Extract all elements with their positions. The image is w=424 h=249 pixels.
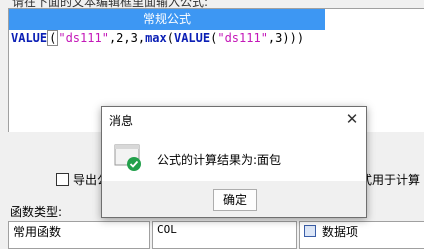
formula-calc-option: 式用于计算 bbox=[360, 171, 420, 188]
list-item[interactable]: 数据项 bbox=[300, 222, 424, 241]
formula-string: "ds111" bbox=[58, 31, 109, 45]
info-check-icon bbox=[114, 144, 141, 171]
list-item-label: 数据项 bbox=[322, 225, 359, 239]
export-checkbox[interactable] bbox=[56, 173, 69, 186]
function-type-list[interactable]: 常用函数 bbox=[8, 221, 150, 249]
formula-fn-value-inner: VALUE bbox=[173, 31, 211, 45]
formula-string-inner: "ds111" bbox=[217, 31, 268, 45]
list-item[interactable]: COL bbox=[153, 222, 296, 237]
data-item-list[interactable]: 数据项 bbox=[299, 221, 424, 249]
message-dialog: 消息 ✕ 公式的计算结果为:面包 确定 bbox=[101, 106, 367, 218]
formula-open-paren: ( bbox=[47, 30, 59, 46]
dialog-titlebar: 消息 ✕ bbox=[102, 107, 366, 131]
editor-header: 常规公式 bbox=[9, 9, 325, 30]
dialog-message: 公式的计算结果为:面包 bbox=[157, 153, 282, 167]
function-list[interactable]: COL bbox=[152, 221, 297, 249]
formula-paren: ( bbox=[166, 31, 174, 45]
dialog-footer: 确定 bbox=[102, 181, 366, 217]
formula-calc-label: 式用于计算 bbox=[360, 173, 421, 187]
formula-tail: ,3))) bbox=[267, 31, 305, 45]
close-icon[interactable]: ✕ bbox=[342, 109, 362, 129]
table-icon bbox=[304, 225, 316, 237]
dialog-body: 公式的计算结果为:面包 bbox=[102, 131, 366, 181]
formula-text[interactable]: VALUE("ds111",2,3,max(VALUE("ds111",3))) bbox=[11, 30, 305, 46]
formula-fn-value: VALUE bbox=[11, 31, 48, 45]
function-type-label: 函数类型: bbox=[10, 205, 63, 219]
dialog-title: 消息 bbox=[109, 114, 134, 128]
formula-fn-max: max bbox=[145, 31, 167, 45]
formula-args: ,2,3, bbox=[108, 31, 146, 45]
list-item[interactable]: 常用函数 bbox=[9, 222, 149, 241]
ok-button[interactable]: 确定 bbox=[213, 189, 257, 211]
